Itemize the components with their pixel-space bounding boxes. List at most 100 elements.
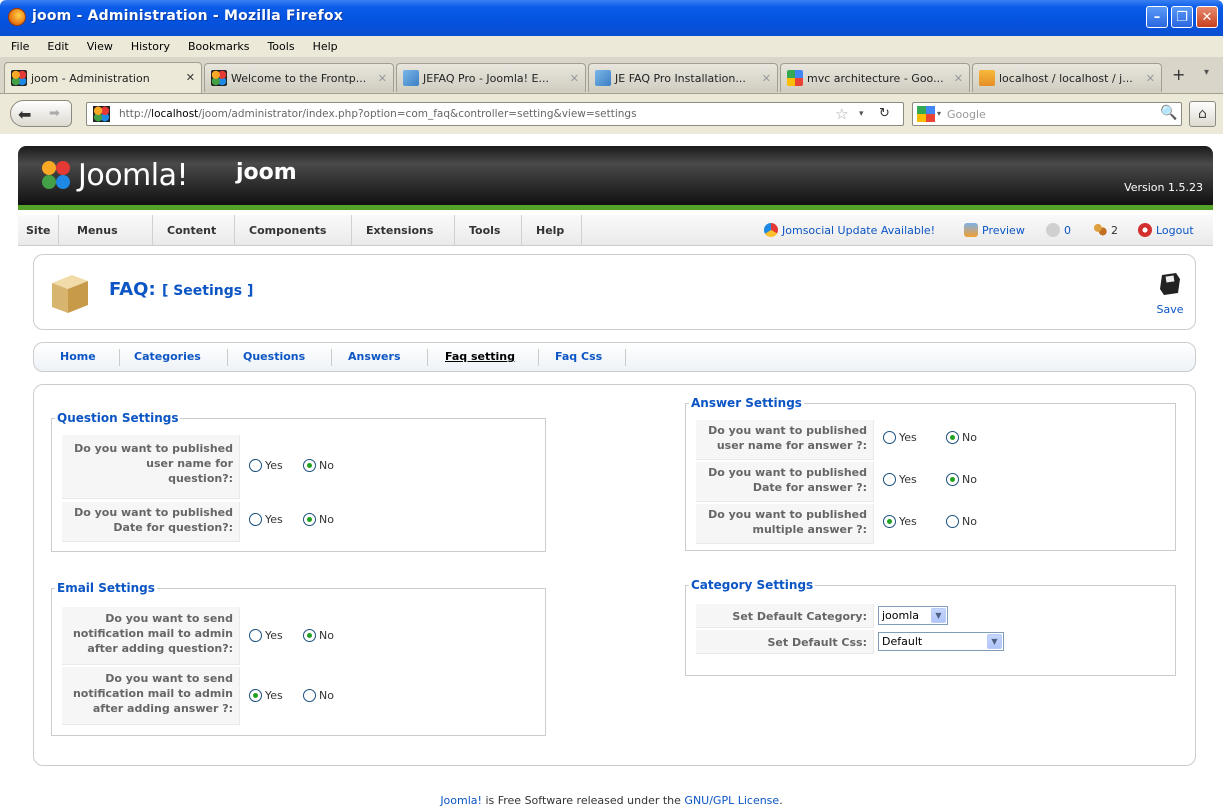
tab-list-icon[interactable]: ▾ bbox=[1204, 67, 1209, 78]
minimize-button[interactable]: – bbox=[1146, 6, 1168, 28]
question-username-yes[interactable]: Yes bbox=[249, 459, 283, 472]
tab-close-icon[interactable]: ✕ bbox=[762, 72, 771, 85]
gpl-license-link[interactable]: GNU/GPL License bbox=[684, 794, 779, 807]
admin-menu-site[interactable]: Site bbox=[18, 215, 60, 246]
default-category-select[interactable]: joomla ▼ bbox=[878, 606, 948, 625]
email-answer-no[interactable]: No bbox=[303, 689, 334, 702]
joomla-link[interactable]: Joomla! bbox=[440, 794, 482, 807]
email-answer-label: Do you want to send notification mail to… bbox=[62, 667, 240, 725]
answer-multiple-no[interactable]: No bbox=[946, 515, 977, 528]
reload-icon[interactable]: ↻ bbox=[879, 106, 890, 121]
admin-menu-components[interactable]: Components bbox=[235, 215, 352, 246]
category-settings-fieldset: Category Settings Set Default Category: … bbox=[685, 578, 1176, 676]
maximize-button[interactable]: ❐ bbox=[1171, 6, 1193, 28]
logout-link[interactable]: Logout bbox=[1138, 223, 1194, 237]
answer-date-no[interactable]: No bbox=[946, 473, 977, 486]
tab-label: JEFAQ Pro - Joomla! E... bbox=[423, 71, 549, 85]
radio-icon bbox=[249, 513, 262, 526]
browser-tab[interactable]: mvc architecture - Goo... ✕ bbox=[780, 63, 970, 92]
tab-close-icon[interactable]: ✕ bbox=[186, 71, 195, 84]
close-icon: ✕ bbox=[1201, 9, 1213, 25]
tab-label: localhost / localhost / j... bbox=[999, 71, 1133, 85]
faq-box-icon bbox=[52, 275, 88, 313]
subnav-faq-setting[interactable]: Faq setting bbox=[445, 350, 515, 363]
tab-close-icon[interactable]: ✕ bbox=[954, 72, 963, 85]
menu-file[interactable]: File bbox=[2, 40, 38, 53]
browser-tab[interactable]: JE FAQ Pro Installation... ✕ bbox=[588, 63, 778, 92]
question-date-no[interactable]: No bbox=[303, 513, 334, 526]
default-css-select[interactable]: Default ▼ bbox=[878, 632, 1004, 651]
back-forward-buttons: ⬅ ➡ bbox=[10, 100, 72, 127]
admin-menu-content[interactable]: Content bbox=[153, 215, 235, 246]
close-button[interactable]: ✕ bbox=[1196, 6, 1218, 28]
jomsocial-update-link[interactable]: Jomsocial Update Available! bbox=[764, 223, 935, 237]
email-answer-yes[interactable]: Yes bbox=[249, 689, 283, 702]
messages-count[interactable]: 0 bbox=[1046, 223, 1071, 237]
menu-tools[interactable]: Tools bbox=[258, 40, 303, 53]
browser-tab[interactable]: Welcome to the Frontp... ✕ bbox=[204, 63, 394, 92]
answer-date-label: Do you want to published Date for answer… bbox=[696, 462, 874, 502]
tab-close-icon[interactable]: ✕ bbox=[378, 72, 387, 85]
admin-menu-tools[interactable]: Tools bbox=[455, 215, 522, 246]
forward-arrow-icon[interactable]: ➡ bbox=[49, 106, 60, 121]
admin-menu-bar: Site Menus Content Components Extensions… bbox=[18, 215, 1213, 246]
browser-tab[interactable]: joom - Administration ✕ bbox=[4, 62, 202, 93]
tab-label: mvc architecture - Goo... bbox=[807, 71, 944, 85]
admin-menu-help[interactable]: Help bbox=[522, 215, 582, 246]
question-date-label: Do you want to published Date for questi… bbox=[62, 502, 240, 542]
subnav-divider bbox=[625, 349, 626, 366]
page-subtitle: [ Seetings ] bbox=[161, 283, 254, 299]
answer-multiple-label: Do you want to published multiple answer… bbox=[696, 504, 874, 544]
answer-username-no[interactable]: No bbox=[946, 431, 977, 444]
browser-tab[interactable]: localhost / localhost / j... ✕ bbox=[972, 63, 1162, 92]
url-text[interactable]: http://localhost/joom/administrator/inde… bbox=[119, 108, 637, 120]
joomla-logo-icon bbox=[42, 161, 70, 189]
subnav-categories[interactable]: Categories bbox=[134, 350, 201, 363]
question-settings-legend: Question Settings bbox=[57, 411, 179, 425]
answer-multiple-yes[interactable]: Yes bbox=[883, 515, 917, 528]
home-button[interactable]: ⌂ bbox=[1189, 101, 1216, 127]
window-title: joom - Administration - Mozilla Firefox bbox=[32, 8, 343, 24]
browser-tab[interactable]: JEFAQ Pro - Joomla! E... ✕ bbox=[396, 63, 586, 92]
subnav-answers[interactable]: Answers bbox=[348, 350, 401, 363]
search-bar[interactable]: ▾ Google 🔍 bbox=[912, 102, 1182, 126]
question-username-no[interactable]: No bbox=[303, 459, 334, 472]
jefaq-icon bbox=[595, 70, 611, 86]
answer-date-yes[interactable]: Yes bbox=[883, 473, 917, 486]
tab-label: Welcome to the Frontp... bbox=[231, 71, 367, 85]
bookmark-star-icon[interactable]: ☆ bbox=[835, 105, 848, 123]
subnav-divider bbox=[427, 349, 428, 366]
menu-history[interactable]: History bbox=[122, 40, 179, 53]
back-arrow-icon[interactable]: ⬅ bbox=[18, 105, 31, 124]
menu-edit[interactable]: Edit bbox=[38, 40, 77, 53]
url-dropdown-icon[interactable]: ▾ bbox=[859, 109, 864, 119]
email-question-no[interactable]: No bbox=[303, 629, 334, 642]
subnav-home[interactable]: Home bbox=[60, 350, 96, 363]
users-icon bbox=[1093, 223, 1107, 237]
question-username-label: Do you want to published user name for q… bbox=[62, 435, 240, 499]
maximize-icon: ❐ bbox=[1176, 9, 1188, 25]
tab-label: JE FAQ Pro Installation... bbox=[615, 71, 746, 85]
email-question-yes[interactable]: Yes bbox=[249, 629, 283, 642]
preview-link[interactable]: Preview bbox=[964, 223, 1025, 237]
answer-username-yes[interactable]: Yes bbox=[883, 431, 917, 444]
url-bar[interactable]: http://localhost/joom/administrator/inde… bbox=[86, 102, 904, 126]
question-date-yes[interactable]: Yes bbox=[249, 513, 283, 526]
admin-menu-extensions[interactable]: Extensions bbox=[352, 215, 455, 246]
save-button[interactable]: Save bbox=[1152, 269, 1188, 317]
tab-close-icon[interactable]: ✕ bbox=[570, 72, 579, 85]
menu-help[interactable]: Help bbox=[304, 40, 347, 53]
answer-settings-legend: Answer Settings bbox=[691, 396, 802, 410]
question-date-row: Do you want to published Date for questi… bbox=[62, 502, 532, 542]
admin-menu-menus[interactable]: Menus bbox=[65, 215, 153, 246]
search-engine-dropdown-icon[interactable]: ▾ bbox=[937, 109, 941, 118]
search-icon[interactable]: 🔍 bbox=[1160, 105, 1177, 121]
subnav-questions[interactable]: Questions bbox=[243, 350, 305, 363]
menu-bookmarks[interactable]: Bookmarks bbox=[179, 40, 258, 53]
users-count[interactable]: 2 bbox=[1093, 223, 1118, 237]
google-icon[interactable] bbox=[917, 106, 935, 122]
tab-close-icon[interactable]: ✕ bbox=[1146, 72, 1155, 85]
subnav-faq-css[interactable]: Faq Css bbox=[555, 350, 602, 363]
menu-view[interactable]: View bbox=[78, 40, 122, 53]
new-tab-icon[interactable]: + bbox=[1172, 65, 1185, 84]
